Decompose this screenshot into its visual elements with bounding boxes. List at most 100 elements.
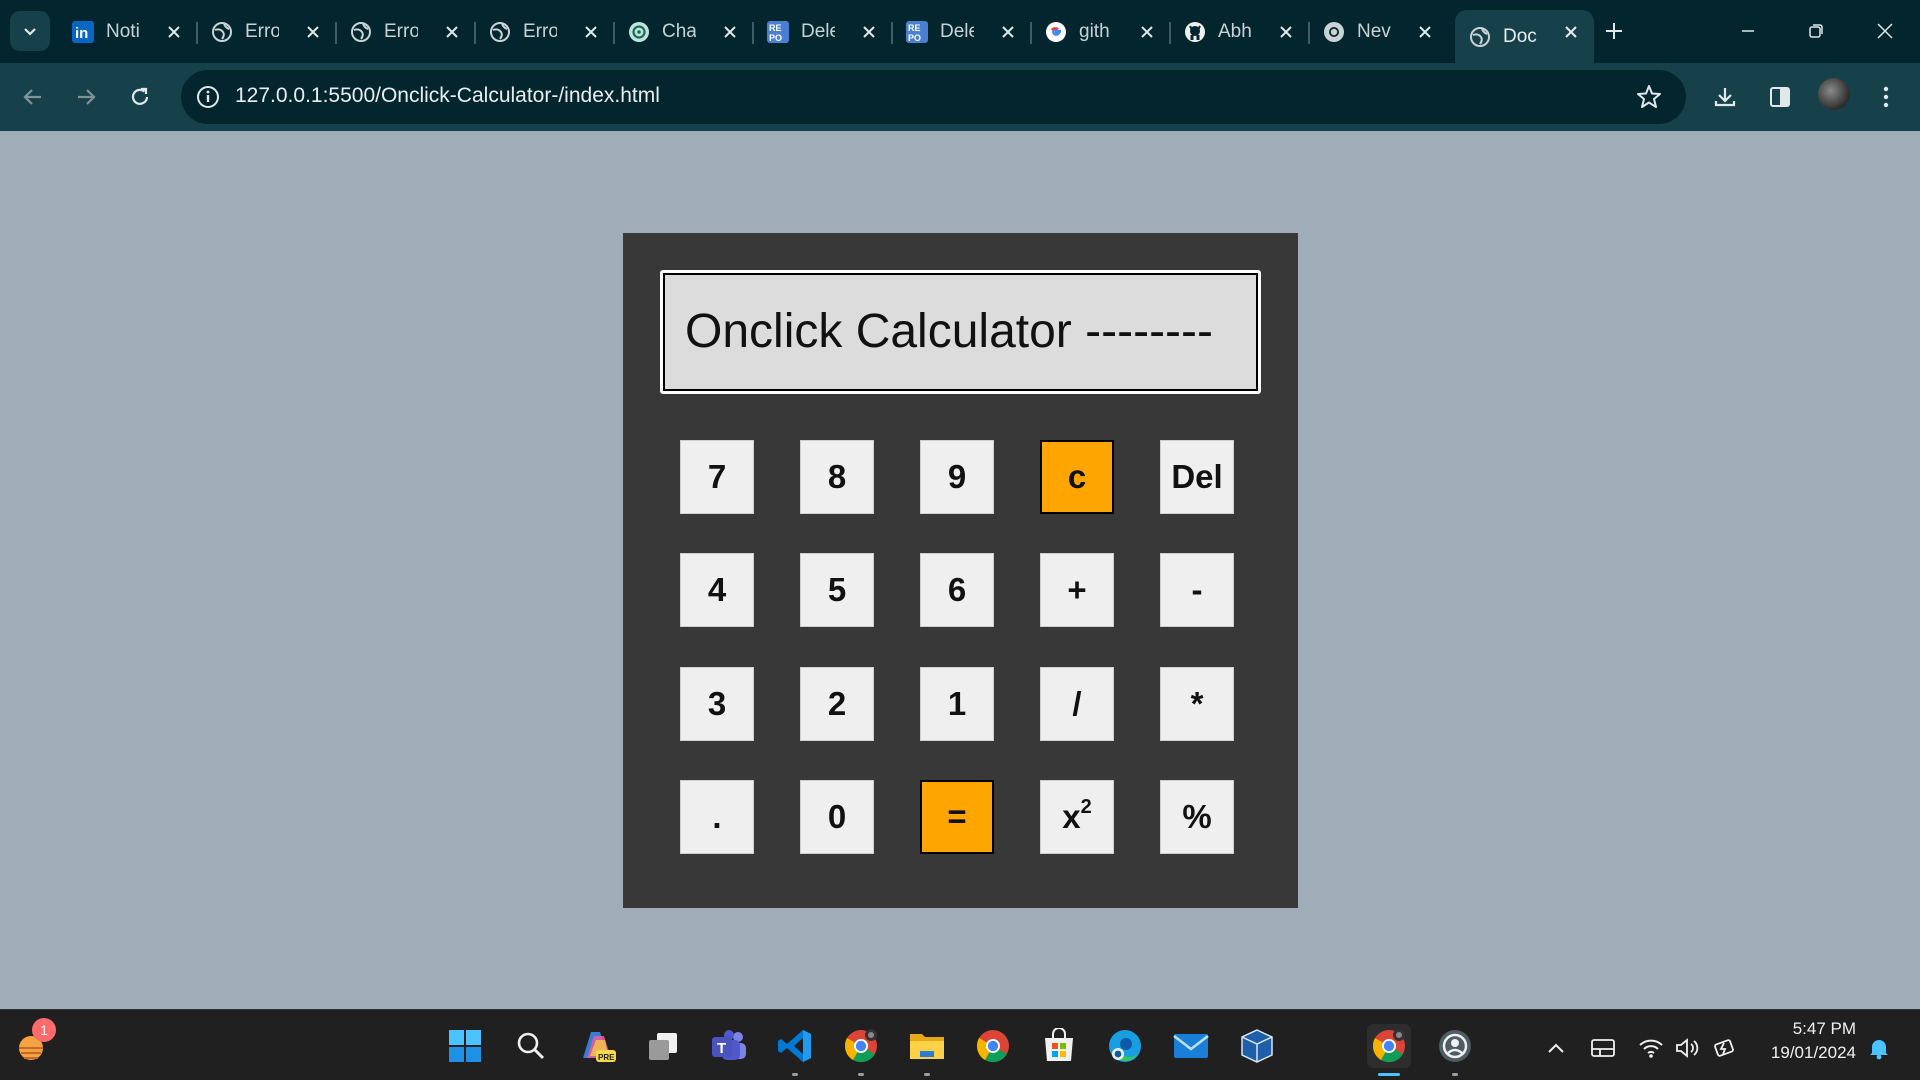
plus-icon [1606, 23, 1622, 39]
wifi-icon[interactable] [1638, 1036, 1664, 1060]
percent-button[interactable]: % [1160, 780, 1234, 854]
site-info-icon[interactable] [195, 84, 221, 110]
tab-title: Noti [106, 21, 140, 42]
key-1[interactable]: 1 [920, 667, 994, 741]
key-9[interactable]: 9 [920, 440, 994, 514]
back-button[interactable] [15, 79, 51, 115]
close-tab-icon[interactable] [163, 21, 185, 43]
bookmark-star-icon[interactable] [1635, 83, 1663, 111]
chevron-down-icon [24, 28, 36, 36]
chrome-icon[interactable] [971, 1024, 1015, 1068]
decimal-button[interactable]: . [680, 780, 754, 854]
notification-bell-icon[interactable] [1866, 1036, 1892, 1060]
close-tab-icon[interactable] [858, 21, 880, 43]
microsoft-store-icon[interactable] [1037, 1024, 1081, 1068]
key-5[interactable]: 5 [800, 553, 874, 627]
profile-avatar[interactable] [1818, 78, 1850, 110]
tab[interactable]: RE PO Dele [892, 10, 1032, 54]
tab[interactable]: Erro [475, 10, 615, 54]
teams-icon[interactable]: T [707, 1024, 751, 1068]
svg-text:PRE: PRE [598, 1053, 615, 1062]
system-clock[interactable]: 5:47 PM 19/01/2024 [1752, 1017, 1856, 1065]
chrome-icon[interactable] [1367, 1024, 1411, 1076]
tab[interactable]: Erro [336, 10, 476, 54]
battery-charging-icon[interactable] [1712, 1036, 1738, 1060]
display-text: Onclick Calculator -------- [685, 305, 1213, 358]
equals-button[interactable]: = [920, 780, 994, 854]
close-tab-icon[interactable] [1275, 21, 1297, 43]
minus-button[interactable]: - [1160, 553, 1234, 627]
close-tab-icon[interactable] [1414, 21, 1436, 43]
key-2[interactable]: 2 [800, 667, 874, 741]
tab[interactable]: Nev [1309, 10, 1448, 54]
key-0[interactable]: 0 [800, 780, 874, 854]
tab-search-button[interactable] [10, 11, 50, 51]
start-icon[interactable] [443, 1024, 487, 1068]
tab-title: Dele [801, 21, 835, 42]
file-explorer-icon[interactable] [905, 1024, 949, 1076]
repo-icon: RE PO [906, 21, 928, 43]
calculator-display[interactable]: Onclick Calculator -------- [660, 270, 1261, 394]
plus-button[interactable]: + [1040, 553, 1114, 627]
mail-icon[interactable] [1169, 1024, 1213, 1068]
close-tab-icon[interactable] [302, 21, 324, 43]
url-text[interactable]: 127.0.0.1:5500/Onclick-Calculator-/index… [235, 84, 660, 108]
key-3[interactable]: 3 [680, 667, 754, 741]
close-tab-icon[interactable] [1136, 21, 1158, 43]
side-panel-button[interactable] [1762, 79, 1798, 115]
search-icon[interactable] [509, 1024, 553, 1068]
google-icon [1045, 21, 1067, 43]
close-tab-icon[interactable] [719, 21, 741, 43]
delete-button[interactable]: Del [1160, 440, 1234, 514]
task-view-icon[interactable] [641, 1024, 685, 1068]
square-exponent-label: 2 [1080, 795, 1092, 818]
close-window-button[interactable] [1868, 14, 1902, 48]
chevron-up-icon[interactable] [1543, 1036, 1569, 1060]
downloads-button[interactable] [1707, 79, 1743, 115]
key-7[interactable]: 7 [680, 440, 754, 514]
tab[interactable]: Cha [614, 10, 754, 54]
menu-button[interactable] [1868, 79, 1904, 115]
repo-icon: RE PO [767, 21, 789, 43]
tab[interactable]: Erro [197, 10, 337, 54]
svg-text:RE: RE [769, 23, 782, 33]
multiply-button[interactable]: * [1160, 667, 1234, 741]
volume-icon[interactable] [1675, 1036, 1701, 1060]
close-tab-icon[interactable] [441, 21, 463, 43]
restore-button[interactable] [1799, 14, 1833, 48]
minimize-button[interactable] [1731, 14, 1765, 48]
divide-button[interactable]: / [1040, 667, 1114, 741]
svg-text:PO: PO [769, 33, 782, 43]
virtualbox-icon[interactable] [1235, 1024, 1279, 1068]
minimize-icon [1742, 30, 1754, 32]
clear-button[interactable]: c [1040, 440, 1114, 514]
chrome-icon [1323, 21, 1345, 43]
github-desktop-icon[interactable] [1433, 1024, 1477, 1076]
tab[interactable]: in Noti [58, 10, 198, 54]
new-tab-button[interactable] [1599, 16, 1629, 46]
arrow-right-icon [78, 89, 96, 105]
github-icon [1184, 21, 1206, 43]
address-bar[interactable]: 127.0.0.1:5500/Onclick-Calculator-/index… [181, 70, 1686, 124]
tab-active[interactable]: Doc [1455, 10, 1594, 63]
copilot-icon[interactable]: PRE [575, 1024, 619, 1068]
square-button[interactable]: x2 [1040, 780, 1114, 854]
tab[interactable]: Abh [1170, 10, 1310, 54]
edge-icon[interactable] [1103, 1024, 1147, 1068]
touch-keyboard-icon[interactable] [1590, 1036, 1616, 1060]
vscode-icon[interactable] [773, 1024, 817, 1076]
close-tab-icon[interactable] [997, 21, 1019, 43]
key-8[interactable]: 8 [800, 440, 874, 514]
reload-button[interactable] [122, 79, 158, 115]
tab-title: Erro [384, 21, 418, 42]
tab[interactable]: RE PO Dele [753, 10, 893, 54]
close-tab-icon[interactable] [1560, 21, 1582, 43]
globe-icon [350, 21, 372, 43]
forward-button[interactable] [68, 79, 104, 115]
key-4[interactable]: 4 [680, 553, 754, 627]
tab[interactable]: gith [1031, 10, 1171, 54]
key-6[interactable]: 6 [920, 553, 994, 627]
close-tab-icon[interactable] [580, 21, 602, 43]
chrome-icon[interactable] [839, 1024, 883, 1076]
restore-icon [1809, 24, 1823, 38]
